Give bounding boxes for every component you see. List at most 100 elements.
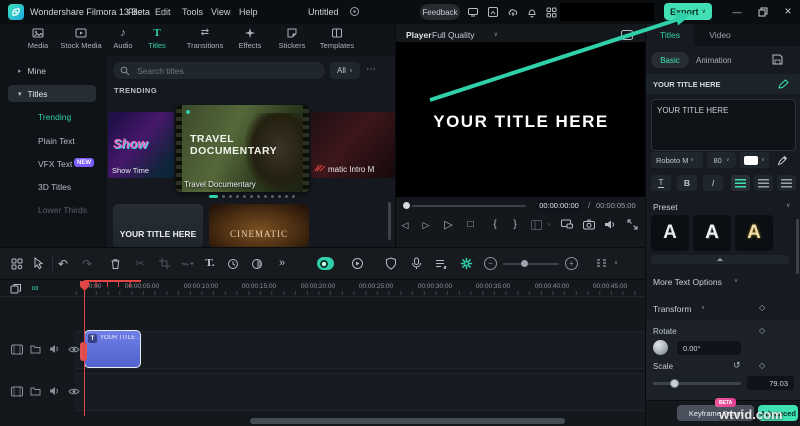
title-card-your-title-here[interactable]: YOUR TITLE HERE bbox=[113, 204, 203, 247]
menu-help[interactable]: Help bbox=[239, 7, 258, 17]
carousel-dot[interactable] bbox=[292, 195, 295, 198]
track1-mute-icon[interactable] bbox=[48, 385, 61, 397]
tab-effects[interactable]: Effects bbox=[232, 27, 268, 55]
sidebar-item-3d-titles[interactable]: 3D Titles bbox=[38, 182, 71, 192]
tab-stickers[interactable]: Stickers bbox=[272, 27, 312, 55]
notifications-bell-icon[interactable] bbox=[525, 5, 539, 19]
apps-grid-icon[interactable] bbox=[544, 5, 558, 19]
track-height-caret-icon[interactable]: ∨ bbox=[612, 259, 620, 267]
mirror-display-icon[interactable] bbox=[560, 218, 574, 231]
export-button[interactable]: Export ∨ bbox=[664, 3, 712, 20]
trending-card-show-time[interactable]: Show Show Time bbox=[108, 112, 174, 178]
filter-all-dropdown[interactable]: All ∨ bbox=[330, 62, 360, 79]
zoom-in-icon[interactable]: + bbox=[565, 257, 578, 270]
quality-dropdown[interactable]: Full Quality ∨ bbox=[432, 27, 498, 42]
display-icon[interactable] bbox=[466, 5, 480, 19]
rename-pen-icon[interactable] bbox=[777, 78, 790, 90]
track1-visibility-icon[interactable] bbox=[67, 385, 80, 397]
manage-tracks-icon[interactable] bbox=[9, 282, 23, 295]
zoom-out-icon[interactable]: − bbox=[484, 257, 497, 270]
tab-titles[interactable]: T Titles bbox=[140, 27, 174, 55]
carousel-dot[interactable] bbox=[250, 195, 253, 198]
carousel-dot-active[interactable] bbox=[209, 195, 218, 198]
mark-out-button[interactable]: } bbox=[510, 217, 520, 232]
tab-templates[interactable]: Templates bbox=[314, 27, 360, 55]
undo-icon[interactable]: ↶ bbox=[56, 256, 70, 271]
tab-inspector-titles[interactable]: Titles bbox=[646, 24, 694, 46]
project-settings-icon[interactable] bbox=[348, 5, 361, 18]
link-tracks-icon[interactable]: ∞ bbox=[28, 281, 42, 295]
close-button[interactable]: × bbox=[781, 4, 795, 18]
delete-trash-icon[interactable] bbox=[108, 256, 122, 271]
library-more-icon[interactable]: ⋯ bbox=[366, 64, 377, 75]
sidebar-group-mine[interactable]: ▸ Mine bbox=[10, 63, 95, 79]
carousel-dots[interactable] bbox=[209, 194, 299, 198]
select-tool-icon[interactable] bbox=[31, 256, 45, 271]
render-preview-icon[interactable] bbox=[459, 256, 474, 271]
italic-button[interactable]: I bbox=[703, 175, 723, 191]
library-scrollbar[interactable] bbox=[388, 202, 391, 240]
track-lane-1[interactable] bbox=[75, 373, 645, 411]
feedback-button[interactable]: Feedback bbox=[420, 4, 460, 20]
rotate-keyframe-icon[interactable]: ◇ bbox=[759, 326, 765, 335]
ruler-ticks[interactable] bbox=[75, 291, 645, 295]
marker-notes-icon[interactable] bbox=[434, 256, 449, 271]
menu-file[interactable]: File bbox=[128, 7, 143, 17]
carousel-dot[interactable] bbox=[285, 195, 288, 198]
align-right-button[interactable] bbox=[777, 175, 796, 191]
collapse-bar[interactable] bbox=[651, 255, 789, 264]
more-text-options[interactable]: More Text Options bbox=[653, 277, 722, 287]
mask-color-icon[interactable] bbox=[250, 257, 264, 270]
more-tools-icon[interactable]: » bbox=[275, 255, 289, 271]
subtab-animation[interactable]: Animation bbox=[696, 56, 732, 65]
timeline-title-clip[interactable]: T YOUR TITLE .. bbox=[84, 330, 141, 368]
search-bar[interactable] bbox=[113, 62, 325, 79]
stop-button[interactable]: □ bbox=[464, 217, 477, 232]
scale-slider-track[interactable] bbox=[653, 382, 741, 385]
frame-export-icon[interactable] bbox=[486, 5, 500, 19]
carousel-dot[interactable] bbox=[278, 195, 281, 198]
speed-ramp-icon[interactable] bbox=[350, 256, 365, 271]
eyedropper-icon[interactable] bbox=[775, 153, 789, 167]
track2-visibility-icon[interactable] bbox=[67, 343, 80, 355]
trending-card-travel-documentary[interactable]: TRAVEL DOCUMENTARY Travel Documentary bbox=[176, 105, 309, 192]
track2-lock-icon[interactable] bbox=[29, 343, 42, 355]
title-card-cinematic[interactable]: CINEMATIC bbox=[209, 204, 309, 247]
tab-media[interactable]: Media bbox=[20, 27, 56, 55]
volume-icon[interactable] bbox=[603, 218, 617, 231]
portrait-toggle-icon[interactable] bbox=[317, 257, 334, 270]
minimize-button[interactable]: — bbox=[730, 5, 744, 19]
cloud-upload-icon[interactable] bbox=[506, 5, 520, 19]
step-forward-button[interactable]: ▷ bbox=[420, 218, 432, 232]
sidebar-item-plain-text[interactable]: Plain Text bbox=[38, 136, 75, 146]
timeline-zoom-handle[interactable] bbox=[521, 260, 528, 267]
more-text-options-caret-icon[interactable]: ∨ bbox=[734, 278, 738, 284]
tab-inspector-video[interactable]: Video bbox=[694, 24, 746, 46]
search-input[interactable] bbox=[135, 65, 299, 77]
scale-reset-icon[interactable]: ↺ bbox=[733, 360, 741, 371]
tab-transitions[interactable]: ⇄ Transitions bbox=[180, 27, 230, 55]
sidebar-group-titles[interactable]: ▾ Titles bbox=[8, 85, 96, 102]
voiceover-mic-icon[interactable] bbox=[409, 256, 424, 271]
mark-in-button[interactable]: { bbox=[490, 217, 500, 232]
preset-caret-icon[interactable]: ∨ bbox=[786, 202, 790, 209]
bold-button[interactable]: B bbox=[677, 175, 697, 191]
preview-title-text[interactable]: YOUR TITLE HERE bbox=[433, 112, 609, 132]
carousel-dot[interactable] bbox=[222, 195, 225, 198]
title-text-input[interactable]: YOUR TITLE HERE bbox=[651, 99, 796, 151]
text-tool-icon[interactable]: T. bbox=[202, 255, 218, 271]
transform-label[interactable]: Transform bbox=[653, 304, 691, 314]
maximize-button[interactable] bbox=[756, 5, 770, 19]
subtab-basic[interactable]: Basic bbox=[651, 52, 689, 68]
carousel-dot[interactable] bbox=[229, 195, 232, 198]
preset-card-3[interactable]: A bbox=[735, 215, 773, 251]
media-browser-icon[interactable] bbox=[10, 257, 24, 270]
preset-card-2[interactable]: A bbox=[693, 215, 731, 251]
carousel-dot[interactable] bbox=[257, 195, 260, 198]
align-left-button[interactable] bbox=[731, 175, 750, 191]
sidebar-item-vfx-text[interactable]: VFX Text bbox=[38, 159, 72, 169]
rotate-knob[interactable] bbox=[653, 340, 668, 355]
font-color-dropdown[interactable]: ∨ bbox=[740, 152, 769, 168]
rotate-value-box[interactable]: 0.00° bbox=[677, 341, 741, 355]
track2-mute-icon[interactable] bbox=[48, 343, 61, 355]
